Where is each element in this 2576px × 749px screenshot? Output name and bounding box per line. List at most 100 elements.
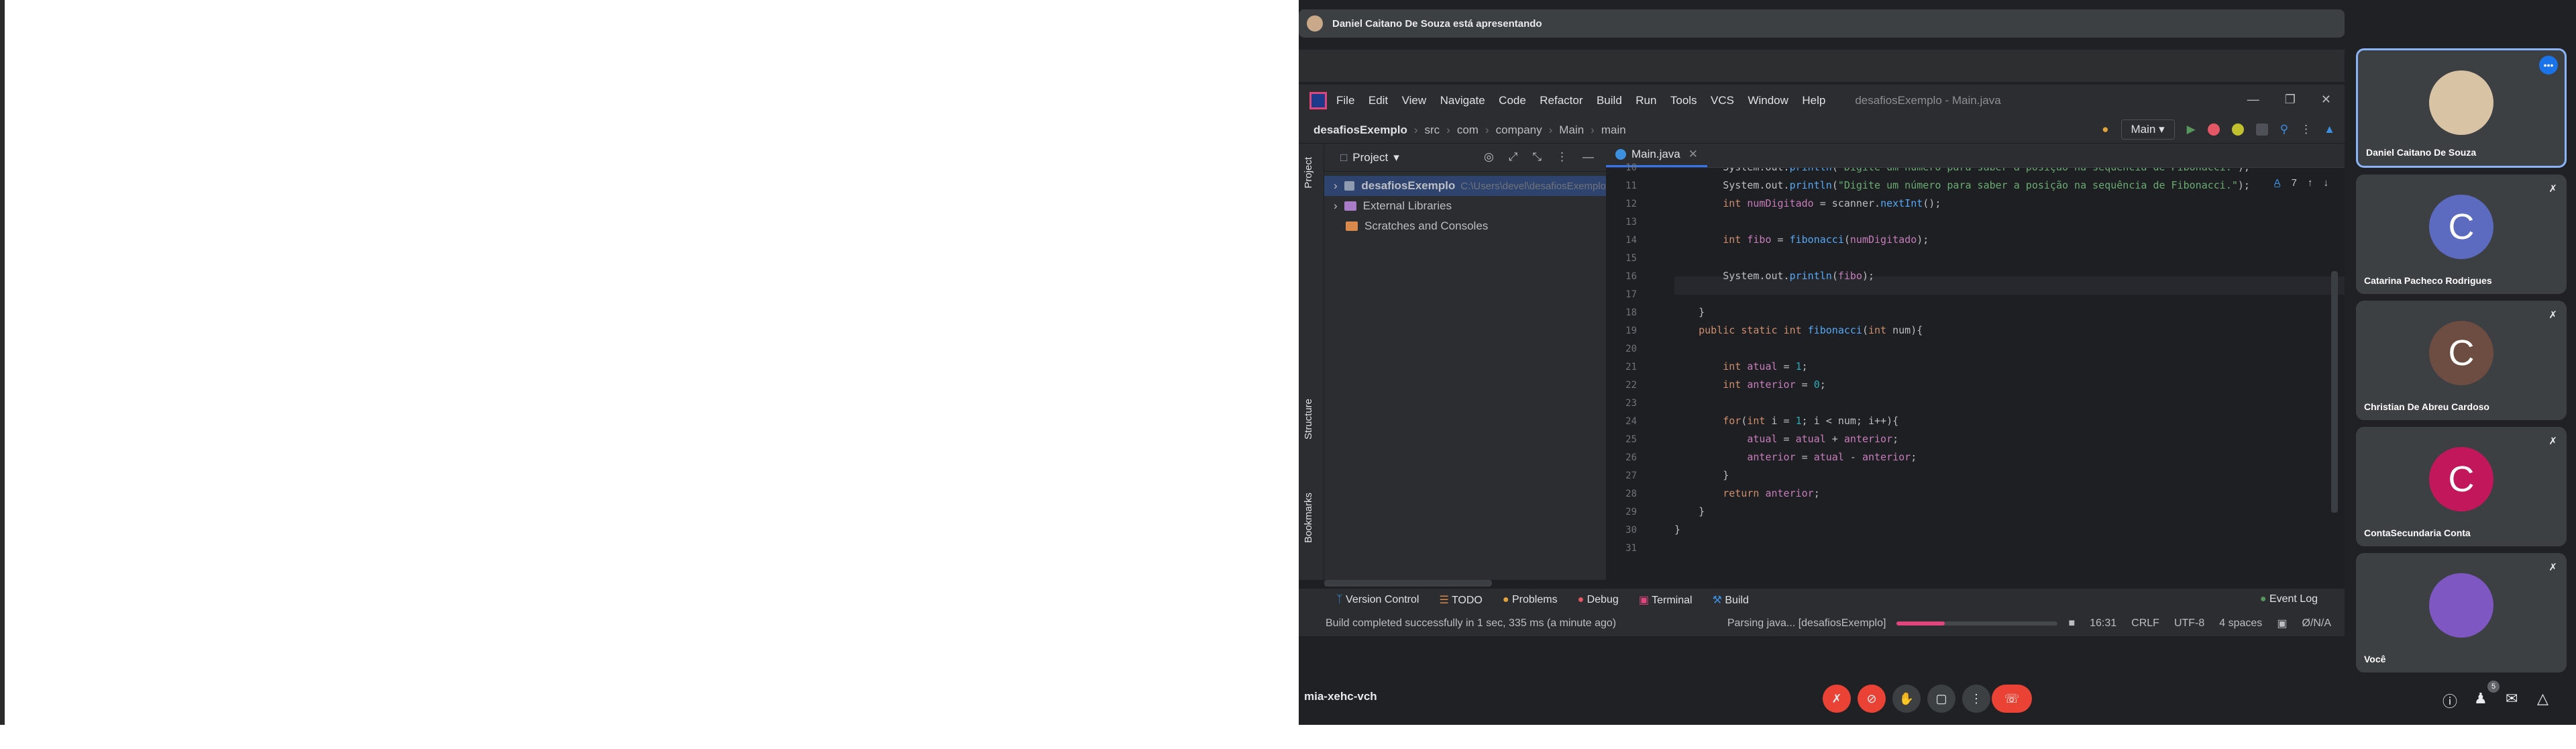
code-editor[interactable]: Main.java ✕ 10 11 12 13 14 15 16 17 18 19 20 21 22 23… bbox=[1606, 144, 2345, 580]
code-line[interactable]: } bbox=[1674, 523, 1680, 536]
more-options-button[interactable]: ⋮ bbox=[1962, 685, 1990, 713]
status-message[interactable]: Build completed successfully in 1 sec, 3… bbox=[1326, 617, 1616, 630]
raise-hand-button[interactable]: ✋ bbox=[1892, 685, 1921, 713]
menu-code[interactable]: Code bbox=[1499, 94, 1526, 107]
collapse-icon[interactable]: ⤡ bbox=[1532, 150, 1542, 164]
user-icon[interactable]: ● bbox=[2102, 123, 2108, 136]
code-line[interactable]: } bbox=[1674, 505, 1705, 517]
menu-build[interactable]: Build bbox=[1597, 94, 1622, 107]
arrow-up-icon[interactable]: ↑ bbox=[2308, 177, 2313, 189]
project-panel-title[interactable]: Project bbox=[1352, 151, 1388, 164]
people-icon[interactable]: ♟ bbox=[2474, 690, 2487, 707]
code-line[interactable]: System.out.println("Digite um número par… bbox=[1674, 168, 2250, 173]
code-line[interactable]: atual = atual + anterior; bbox=[1674, 433, 1898, 445]
code-area[interactable]: System.out.println("Digite um número par… bbox=[1674, 168, 2345, 580]
tab-version-control[interactable]: ᛉ Version Control bbox=[1336, 594, 1419, 606]
file-encoding[interactable]: UTF-8 bbox=[2174, 617, 2204, 630]
close-icon[interactable]: ✕ bbox=[2321, 93, 2331, 107]
hide-icon[interactable]: — bbox=[1582, 150, 1594, 164]
run-icon[interactable]: ▶ bbox=[2187, 123, 2196, 136]
participant-tile[interactable]: ••• Daniel Caitano De Souza bbox=[2356, 48, 2567, 168]
participant-tile[interactable]: C ✗ Catarina Pacheco Rodrigues bbox=[2356, 174, 2567, 294]
breadcrumb-company[interactable]: company bbox=[1496, 123, 1542, 137]
breadcrumb-src[interactable]: src bbox=[1425, 123, 1440, 137]
more-options-icon[interactable]: ••• bbox=[2539, 56, 2558, 74]
info-icon[interactable]: ⓘ bbox=[2443, 690, 2457, 711]
stop-icon[interactable] bbox=[2255, 123, 2268, 136]
tab-build[interactable]: ⚒ Build bbox=[1713, 593, 1749, 607]
code-line[interactable]: int fibo = fibonacci(numDigitado); bbox=[1674, 234, 1929, 246]
menu-file[interactable]: File bbox=[1336, 94, 1354, 107]
breadcrumb-com[interactable]: com bbox=[1457, 123, 1479, 137]
menu-refactor[interactable]: Refactor bbox=[1540, 94, 1582, 107]
menu-run[interactable]: Run bbox=[1635, 94, 1656, 107]
tree-item-scratches[interactable]: Scratches and Consoles bbox=[1324, 216, 1606, 236]
locate-icon[interactable]: ◎ bbox=[1484, 150, 1494, 164]
tab-problems[interactable]: ● Problems bbox=[1503, 594, 1558, 606]
tree-item-external-libraries[interactable]: › External Libraries bbox=[1324, 196, 1606, 216]
tab-todo[interactable]: ☰ TODO bbox=[1439, 593, 1482, 607]
tab-debug[interactable]: ● Debug bbox=[1578, 594, 1619, 606]
jetbrains-icon[interactable]: ▲ bbox=[2324, 123, 2335, 136]
vcs-status[interactable]: Ø/N/A bbox=[2302, 617, 2331, 630]
code-line[interactable]: System.out.println("Digite um número par… bbox=[1674, 179, 2250, 191]
menu-tools[interactable]: Tools bbox=[1670, 94, 1697, 107]
menu-vcs[interactable]: VCS bbox=[1711, 94, 1734, 107]
restore-icon[interactable]: ❐ bbox=[2285, 93, 2296, 107]
debug-icon[interactable] bbox=[2207, 123, 2220, 136]
options-icon[interactable]: ⋮ bbox=[1556, 150, 1568, 164]
inspection-widget[interactable]: A̲ 7 ↑ ↓ bbox=[2274, 177, 2328, 189]
code-line[interactable]: anterior = atual - anterior; bbox=[1674, 451, 1917, 463]
cursor-position[interactable]: 16:31 bbox=[2090, 617, 2116, 630]
coverage-icon[interactable] bbox=[2231, 123, 2244, 136]
code-line[interactable]: int numDigitado = scanner.nextInt(); bbox=[1674, 197, 1941, 209]
arrow-down-icon[interactable]: ↓ bbox=[2324, 177, 2329, 189]
menu-navigate[interactable]: Navigate bbox=[1440, 94, 1485, 107]
code-line[interactable]: for(int i = 1; i < num; i++){ bbox=[1674, 415, 1898, 427]
code-line[interactable]: } bbox=[1674, 306, 1705, 318]
menu-view[interactable]: View bbox=[1402, 94, 1427, 107]
mic-off-button[interactable]: ✗ bbox=[1823, 685, 1851, 713]
end-call-button[interactable]: ☏ bbox=[1992, 685, 2032, 713]
minimize-icon[interactable]: — bbox=[2247, 93, 2259, 107]
run-config-select[interactable]: Main ▾ bbox=[2121, 119, 2175, 140]
lock-icon[interactable]: ▣ bbox=[2277, 617, 2287, 630]
breadcrumb-main-class[interactable]: Main bbox=[1559, 123, 1584, 137]
code-line[interactable]: System.out.println(fibo); bbox=[1674, 270, 1874, 282]
expand-arrow-icon[interactable]: › bbox=[1334, 179, 1338, 193]
menu-edit[interactable]: Edit bbox=[1368, 94, 1388, 107]
close-tab-icon[interactable]: ✕ bbox=[1688, 148, 1698, 161]
settings-icon[interactable]: ⋮ bbox=[2300, 123, 2312, 136]
tab-terminal[interactable]: ▣ Terminal bbox=[1639, 593, 1693, 607]
menu-help[interactable]: Help bbox=[1802, 94, 1825, 107]
tool-tab-project[interactable]: Project bbox=[1303, 157, 1314, 189]
participant-tile[interactable]: C ✗ Christian De Abreu Cardoso bbox=[2356, 301, 2567, 420]
search-icon[interactable]: ⚲ bbox=[2280, 123, 2288, 136]
chat-icon[interactable]: ✉ bbox=[2506, 690, 2518, 707]
present-button[interactable]: ▢ bbox=[1927, 685, 1955, 713]
tool-tab-bookmarks[interactable]: Bookmarks bbox=[1303, 493, 1314, 543]
indent-setting[interactable]: 4 spaces bbox=[2219, 617, 2262, 630]
menu-window[interactable]: Window bbox=[1748, 94, 1788, 107]
participant-tile[interactable]: C ✗ ContaSecundaria Conta bbox=[2356, 427, 2567, 546]
code-line[interactable]: return anterior; bbox=[1674, 487, 1820, 499]
activities-icon[interactable]: △ bbox=[2537, 690, 2548, 707]
camera-off-button[interactable]: ⊘ bbox=[1858, 685, 1886, 713]
expand-arrow-icon[interactable]: › bbox=[1334, 199, 1338, 213]
expand-icon[interactable]: ⤢ bbox=[1509, 150, 1518, 164]
participant-tile[interactable]: ✗ Você bbox=[2356, 553, 2567, 672]
breadcrumb-main-method[interactable]: main bbox=[1601, 123, 1626, 137]
event-log-button[interactable]: ● Event Log bbox=[2260, 593, 2318, 605]
line-separator[interactable]: CRLF bbox=[2131, 617, 2159, 630]
stop-process-icon[interactable]: ■ bbox=[2068, 617, 2075, 630]
code-line[interactable]: int anterior = 0; bbox=[1674, 379, 1826, 391]
tree-item-project[interactable]: › desafiosExemplo C:\Users\devel\desafio… bbox=[1324, 176, 1606, 196]
code-line[interactable]: int atual = 1; bbox=[1674, 360, 1807, 372]
vertical-scrollbar[interactable] bbox=[2331, 271, 2338, 513]
tool-tab-structure[interactable]: Structure bbox=[1303, 399, 1314, 440]
code-line[interactable]: public static int fibonacci(int num){ bbox=[1674, 324, 1923, 336]
code-line[interactable]: } bbox=[1674, 469, 1729, 481]
horizontal-scrollbar[interactable] bbox=[1324, 580, 1492, 587]
chevron-down-icon[interactable]: ▾ bbox=[1393, 151, 1399, 164]
breadcrumb-project[interactable]: desafiosExemplo bbox=[1313, 123, 1407, 137]
